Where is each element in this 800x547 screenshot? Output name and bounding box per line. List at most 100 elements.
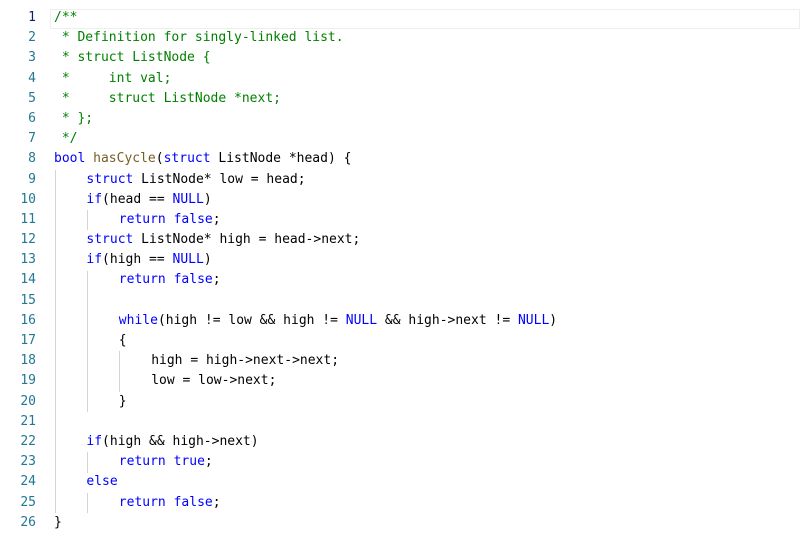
line-number-gutter: 1 2 3 4 5 6 7 8 9 10 11 12 13 14 15 16 17 18 19 20 21 22 23 24 2… — [0, 8, 46, 533]
code-line[interactable]: * struct ListNode { — [54, 48, 800, 68]
code-token: ListNode* low = head; — [133, 171, 306, 187]
code-line[interactable]: { — [54, 331, 800, 351]
line-number: 4 — [28, 70, 36, 86]
code-token: ) — [549, 312, 558, 328]
code-line[interactable] — [54, 291, 800, 311]
line-number: 23 — [20, 454, 36, 470]
indent-guide — [54, 169, 56, 513]
line-number: 5 — [28, 90, 36, 106]
code-token: struct — [86, 232, 134, 248]
code-token: NULL — [517, 312, 550, 328]
line-number: 24 — [20, 474, 36, 490]
line-number: 6 — [28, 110, 36, 126]
line-number: 2 — [28, 30, 36, 46]
line-number: 10 — [20, 191, 36, 207]
code-token: */ — [54, 131, 78, 147]
line-number: 11 — [20, 211, 36, 227]
code-token: false — [173, 494, 213, 510]
code-line[interactable]: while(high != low && high != NULL && hig… — [54, 311, 800, 331]
line-number: 16 — [20, 312, 36, 328]
line-number: 15 — [20, 292, 36, 308]
code-token: if — [86, 191, 103, 207]
code-token: return — [118, 272, 166, 288]
indent-guide — [86, 210, 88, 231]
code-area[interactable]: /** * Definition for singly-linked list.… — [54, 8, 800, 533]
code-token: if — [86, 433, 103, 449]
code-token: * struct ListNode { — [54, 50, 211, 66]
indent-guide — [119, 351, 121, 392]
line-number: 20 — [20, 393, 36, 409]
code-token: NULL — [345, 312, 378, 328]
code-line[interactable]: return true; — [54, 452, 800, 472]
code-line[interactable]: * struct ListNode *next; — [54, 89, 800, 109]
code-line[interactable]: return false; — [54, 210, 800, 230]
code-line[interactable]: */ — [54, 129, 800, 149]
code-line[interactable]: struct ListNode* low = head; — [54, 170, 800, 190]
code-line[interactable]: } — [54, 513, 800, 533]
code-line[interactable]: bool hasCycle(struct ListNode *head) { — [54, 149, 800, 169]
code-token: && high->next != — [377, 312, 518, 328]
code-editor[interactable]: 1 2 3 4 5 6 7 8 9 10 11 12 13 14 15 16 17 18 19 20 21 22 23 24 2… — [0, 0, 800, 547]
line-number: 12 — [20, 232, 36, 248]
line-number: 13 — [20, 252, 36, 268]
code-line[interactable]: if(head == NULL) — [54, 190, 800, 210]
code-token: return — [118, 494, 166, 510]
code-token: } — [118, 393, 127, 409]
code-token: bool — [54, 151, 86, 167]
code-token: ; — [212, 272, 221, 288]
code-token: if — [86, 252, 103, 268]
code-line[interactable]: else — [54, 472, 800, 492]
line-number: 9 — [28, 171, 36, 187]
line-number: 19 — [20, 373, 36, 389]
code-line[interactable]: struct ListNode* high = head->next; — [54, 230, 800, 250]
code-token: (high && high->next) — [102, 433, 259, 449]
code-token: ; — [212, 494, 221, 510]
code-line[interactable] — [54, 412, 800, 432]
line-number: 17 — [20, 333, 36, 348]
code-token: else — [86, 474, 118, 490]
code-token: NULL — [172, 191, 204, 207]
code-line[interactable]: high = high->next->next; — [54, 351, 800, 371]
code-token: ) — [203, 252, 212, 268]
code-token: * int val; — [54, 70, 172, 86]
code-token: ; — [212, 211, 221, 227]
line-number: 1 — [28, 10, 36, 25]
indent-guide — [86, 270, 88, 412]
code-line[interactable]: * Definition for singly-linked list. — [54, 28, 800, 48]
line-number: 21 — [20, 413, 36, 429]
code-token: ( — [155, 151, 164, 167]
indent-guide — [86, 452, 88, 473]
line-number: 26 — [20, 514, 36, 530]
line-number: 22 — [20, 433, 36, 449]
code-line[interactable]: if(high == NULL) — [54, 250, 800, 270]
code-token: (head == — [102, 191, 173, 207]
code-token: struct — [163, 151, 211, 167]
code-token: * }; — [54, 110, 94, 126]
code-line[interactable]: } — [54, 392, 800, 412]
code-line[interactable]: if(high && high->next) — [54, 432, 800, 452]
code-token: NULL — [172, 252, 204, 268]
code-token: high = high->next->next; — [151, 353, 340, 369]
line-number: 25 — [20, 494, 36, 510]
code-token: ) — [203, 191, 212, 207]
line-number: 18 — [20, 353, 36, 369]
code-line[interactable]: low = low->next; — [54, 371, 800, 391]
code-token: /** — [54, 10, 78, 25]
code-line[interactable]: * }; — [54, 109, 800, 129]
code-token: struct — [86, 171, 134, 187]
code-token: false — [173, 211, 213, 227]
code-token: low = low->next; — [151, 373, 277, 389]
code-line[interactable]: return false; — [54, 493, 800, 513]
code-token: } — [54, 514, 62, 530]
code-token: * Definition for singly-linked list. — [54, 30, 344, 46]
code-line[interactable]: return false; — [54, 270, 800, 290]
code-token: hasCycle — [93, 151, 156, 167]
line-number: 7 — [28, 131, 36, 147]
code-token: ListNode *head) { — [210, 151, 352, 167]
code-line[interactable]: /** — [54, 8, 800, 28]
code-line[interactable]: * int val; — [54, 69, 800, 89]
